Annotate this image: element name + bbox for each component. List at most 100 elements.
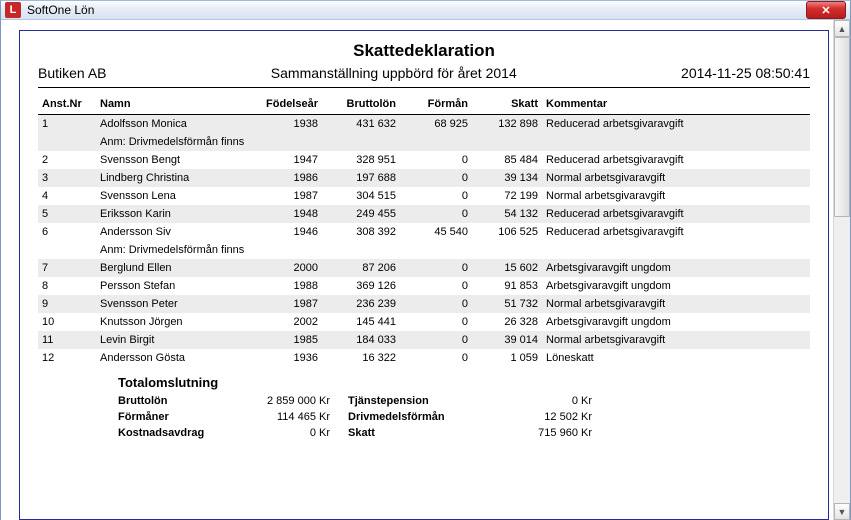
col-name: Namn (96, 94, 254, 115)
col-nr: Anst.Nr (38, 94, 96, 115)
cell-name: Andersson Gösta (96, 349, 254, 367)
totals-row: Förmåner114 465 KrDrivmedelsförmån12 502… (118, 409, 598, 425)
cell-tax: 85 484 (472, 151, 542, 169)
cell-name: Eriksson Karin (96, 205, 254, 223)
table-row: 6Andersson Siv1946308 39245 540106 525Re… (38, 223, 810, 241)
totals-label: Bruttolön (118, 393, 258, 409)
cell-year: 1938 (254, 115, 322, 134)
client-area: Skattedeklaration Butiken AB Sammanställ… (1, 20, 850, 520)
cell-comment: Normal arbetsgivaravgift (542, 295, 810, 313)
cell-gross: 145 441 (322, 313, 400, 331)
cell-name: Knutsson Jörgen (96, 313, 254, 331)
cell-year: 1988 (254, 277, 322, 295)
cell-nr: 1 (38, 115, 96, 134)
app-icon: L (5, 2, 21, 18)
cell-comment: Normal arbetsgivaravgift (542, 331, 810, 349)
totals-label: Kostnadsavdrag (118, 425, 258, 441)
totals-label: Skatt (348, 425, 508, 441)
cell-year: 1946 (254, 223, 322, 241)
company-name: Butiken AB (38, 65, 107, 81)
totals-value: 114 465 Kr (258, 409, 348, 425)
cell-benefit: 0 (400, 205, 472, 223)
cell-name: Svensson Bengt (96, 151, 254, 169)
cell-year: 1987 (254, 187, 322, 205)
cell-year: 1987 (254, 295, 322, 313)
cell-comment: Arbetsgivaravgift ungdom (542, 259, 810, 277)
cell-tax: 51 732 (472, 295, 542, 313)
employee-table: Anst.Nr Namn Födelseår Bruttolön Förmån … (38, 94, 810, 367)
totals-value: 0 Kr (508, 393, 598, 409)
cell-comment: Löneskatt (542, 349, 810, 367)
cell-year: 2000 (254, 259, 322, 277)
cell-tax: 132 898 (472, 115, 542, 134)
cell-year: 1985 (254, 331, 322, 349)
cell-benefit: 0 (400, 313, 472, 331)
cell-benefit: 0 (400, 331, 472, 349)
cell-nr: 9 (38, 295, 96, 313)
cell-benefit: 0 (400, 151, 472, 169)
cell-nr: 10 (38, 313, 96, 331)
report-title: Skattedeklaration (38, 41, 810, 61)
cell-tax: 54 132 (472, 205, 542, 223)
cell-comment: Arbetsgivaravgift ungdom (542, 313, 810, 331)
cell-tax: 91 853 (472, 277, 542, 295)
report-page: Skattedeklaration Butiken AB Sammanställ… (19, 30, 829, 520)
cell-nr: 12 (38, 349, 96, 367)
cell-tax: 39 014 (472, 331, 542, 349)
cell-benefit: 0 (400, 277, 472, 295)
cell-gross: 249 455 (322, 205, 400, 223)
table-row: 3Lindberg Christina1986197 688039 134Nor… (38, 169, 810, 187)
scroll-up-button[interactable]: ▲ (834, 20, 850, 37)
cell-benefit: 45 540 (400, 223, 472, 241)
report-subtitle: Sammanställning uppbörd för året 2014 (107, 65, 682, 81)
col-benefit: Förmån (400, 94, 472, 115)
cell-gross: 308 392 (322, 223, 400, 241)
cell-year: 1947 (254, 151, 322, 169)
table-body: 1Adolfsson Monica1938431 63268 925132 89… (38, 115, 810, 368)
table-row-note: Anm: Drivmedelsförmån finns (38, 133, 810, 151)
totals-label: Förmåner (118, 409, 258, 425)
table-row-note: Anm: Drivmedelsförmån finns (38, 241, 810, 259)
app-window: L SoftOne Lön ✕ Skattedeklaration Butike… (0, 0, 851, 520)
table-row: 9Svensson Peter1987236 239051 732Normal … (38, 295, 810, 313)
cell-nr: 11 (38, 331, 96, 349)
table-row: 7Berglund Ellen200087 206015 602Arbetsgi… (38, 259, 810, 277)
scroll-thumb[interactable] (834, 37, 850, 217)
totals-label: Drivmedelsförmån (348, 409, 508, 425)
titlebar[interactable]: L SoftOne Lön ✕ (1, 1, 850, 20)
cell-year: 1986 (254, 169, 322, 187)
close-button[interactable]: ✕ (806, 1, 846, 19)
cell-benefit: 0 (400, 349, 472, 367)
scroll-down-button[interactable]: ▼ (834, 503, 850, 520)
cell-comment: Arbetsgivaravgift ungdom (542, 277, 810, 295)
document-viewport: Skattedeklaration Butiken AB Sammanställ… (1, 20, 833, 520)
cell-name: Svensson Peter (96, 295, 254, 313)
cell-tax: 39 134 (472, 169, 542, 187)
table-row: 2Svensson Bengt1947328 951085 484Reducer… (38, 151, 810, 169)
totals-row: Kostnadsavdrag0 KrSkatt715 960 Kr (118, 425, 598, 441)
table-row: 4Svensson Lena1987304 515072 199Normal a… (38, 187, 810, 205)
cell-nr: 7 (38, 259, 96, 277)
cell-name: Persson Stefan (96, 277, 254, 295)
cell-tax: 26 328 (472, 313, 542, 331)
totals-table: Bruttolön2 859 000 KrTjänstepension0 KrF… (118, 393, 598, 441)
cell-gross: 197 688 (322, 169, 400, 187)
vertical-scrollbar[interactable]: ▲ ▼ (833, 20, 850, 520)
cell-gross: 369 126 (322, 277, 400, 295)
cell-benefit: 68 925 (400, 115, 472, 134)
table-row: 12Andersson Gösta193616 32201 059Löneska… (38, 349, 810, 367)
cell-benefit: 0 (400, 259, 472, 277)
cell-year: 1948 (254, 205, 322, 223)
cell-name: Berglund Ellen (96, 259, 254, 277)
cell-comment: Reducerad arbetsgivaravgift (542, 115, 810, 134)
cell-comment: Normal arbetsgivaravgift (542, 187, 810, 205)
cell-comment: Reducerad arbetsgivaravgift (542, 223, 810, 241)
cell-gross: 328 951 (322, 151, 400, 169)
col-comment: Kommentar (542, 94, 810, 115)
cell-gross: 87 206 (322, 259, 400, 277)
cell-tax: 1 059 (472, 349, 542, 367)
totals-value: 2 859 000 Kr (258, 393, 348, 409)
cell-benefit: 0 (400, 169, 472, 187)
cell-name: Andersson Siv (96, 223, 254, 241)
cell-comment: Normal arbetsgivaravgift (542, 169, 810, 187)
